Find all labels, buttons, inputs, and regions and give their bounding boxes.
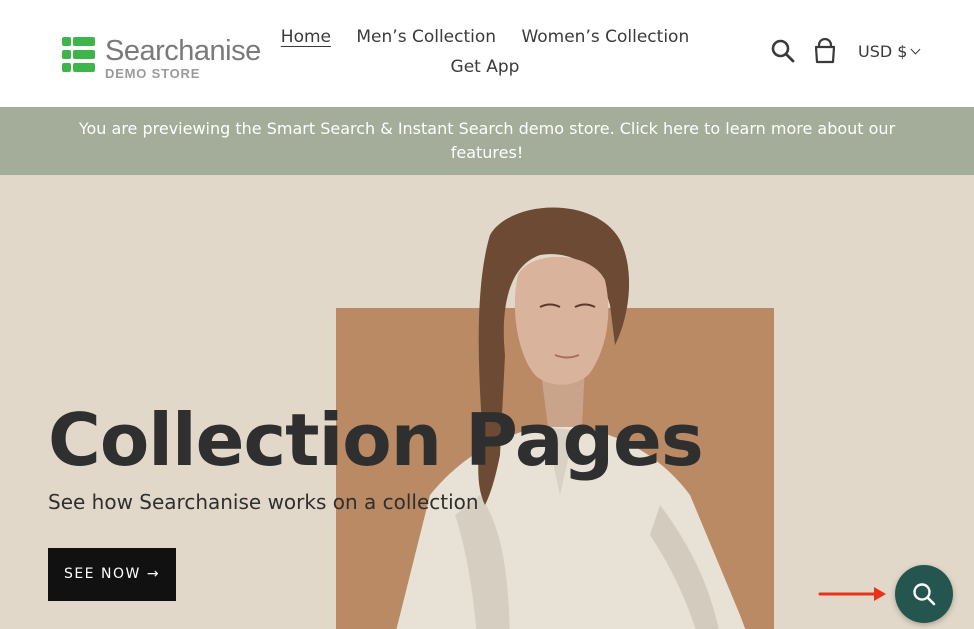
arrow-right-icon: → bbox=[146, 566, 161, 582]
logo-text: Searchanise bbox=[105, 35, 261, 67]
arrow-right-icon bbox=[818, 587, 886, 601]
currency-value: USD $ bbox=[858, 42, 908, 61]
hero-banner: Collection Pages See how Searchanise wor… bbox=[0, 175, 974, 629]
logo-mark-icon bbox=[62, 37, 95, 77]
store-logo[interactable]: Searchanise DEMO STORE bbox=[62, 34, 261, 84]
see-now-button[interactable]: SEE NOW → bbox=[48, 548, 176, 601]
nav-home[interactable]: Home bbox=[281, 22, 331, 52]
site-header: Searchanise DEMO STORE Home Men’s Collec… bbox=[0, 0, 974, 107]
main-nav: Home Men’s Collection Women’s Collection… bbox=[270, 22, 700, 82]
nav-womens-collection[interactable]: Women’s Collection bbox=[521, 22, 689, 52]
currency-selector[interactable]: USD $ bbox=[858, 42, 921, 61]
chevron-down-icon bbox=[911, 44, 921, 55]
search-icon[interactable] bbox=[770, 38, 796, 64]
hero-title: Collection Pages bbox=[48, 398, 704, 482]
announcement-text: You are previewing the Smart Search & In… bbox=[78, 119, 896, 162]
nav-get-app[interactable]: Get App bbox=[451, 52, 520, 82]
nav-mens-collection[interactable]: Men’s Collection bbox=[356, 22, 496, 52]
hero-subtitle: See how Searchanise works on a collectio… bbox=[48, 490, 479, 514]
logo-subtext: DEMO STORE bbox=[105, 66, 201, 81]
search-icon bbox=[913, 583, 936, 606]
see-now-label: SEE NOW bbox=[63, 566, 141, 582]
cart-icon[interactable] bbox=[812, 37, 838, 64]
floating-search-button[interactable] bbox=[895, 565, 953, 623]
announcement-bar[interactable]: You are previewing the Smart Search & In… bbox=[0, 107, 974, 175]
